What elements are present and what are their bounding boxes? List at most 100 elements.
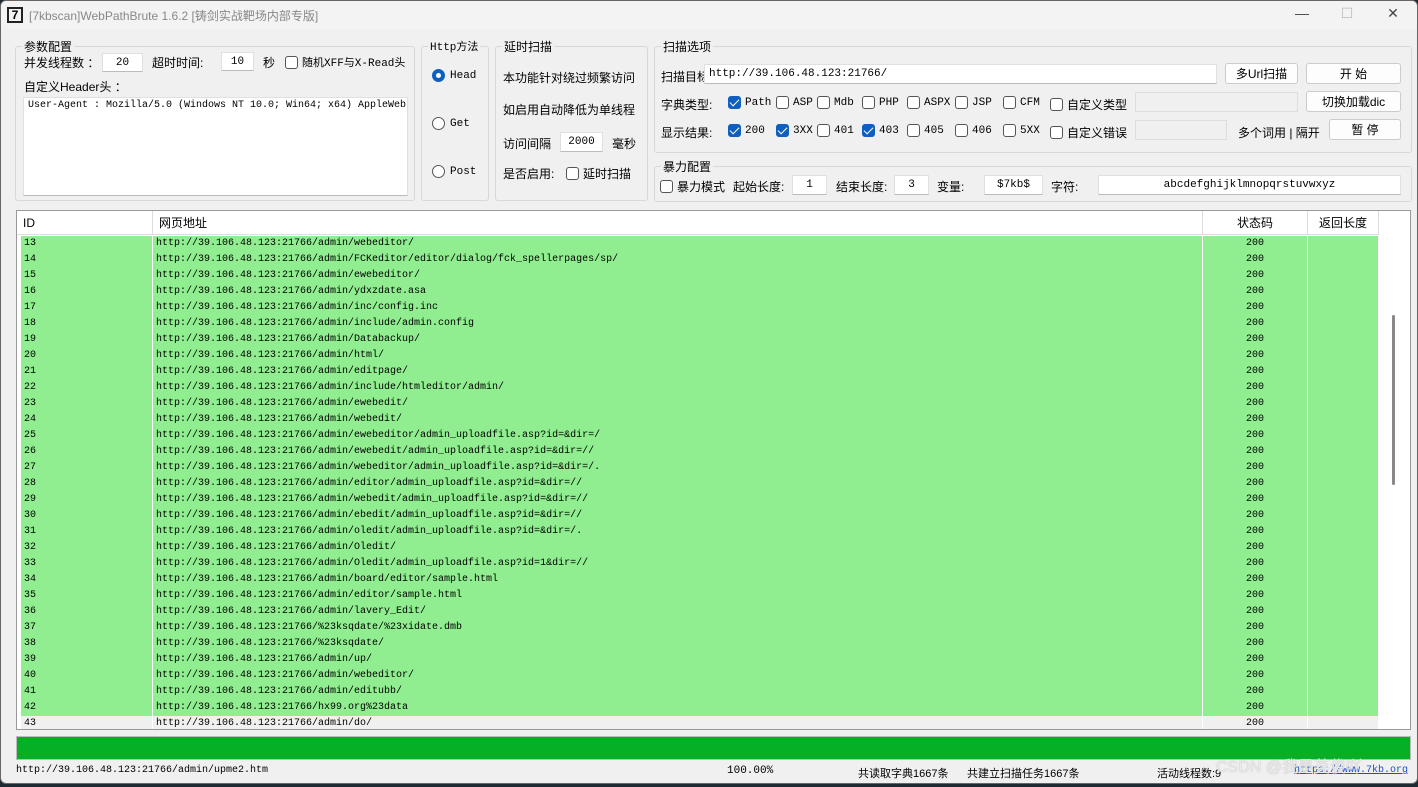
col-status[interactable]: 状态码 [1203,211,1308,235]
cell-id: 32 [21,540,153,556]
cell-length [1308,508,1379,524]
custom-error-input[interactable] [1135,120,1227,140]
table-row[interactable]: 23 http://39.106.48.123:21766/admin/ewebe… [21,396,1379,412]
start-len-label: 起始长度: [733,180,785,194]
cell-url: http://39.106.48.123:21766/admin/include… [153,380,1203,396]
dictrow-option[interactable]: Path [728,96,771,109]
resrow-option[interactable]: 5XX [1003,124,1040,137]
maximize-button[interactable]: ☐ [1332,5,1362,25]
table-row[interactable]: 31 http://39.106.48.123:21766/admin/oledi… [21,524,1379,540]
resrow-option[interactable]: 401 [817,124,854,137]
col-url[interactable]: 网页地址 [153,211,1203,235]
pause-button[interactable]: 暂 停 [1329,119,1401,140]
table-row[interactable]: 24 http://39.106.48.123:21766/admin/webed… [21,412,1379,428]
table-row[interactable]: 27 http://39.106.48.123:21766/admin/webed… [21,460,1379,476]
table-row[interactable]: 25 http://39.106.48.123:21766/admin/ewebe… [21,428,1379,444]
radio-get[interactable]: Get [432,117,470,130]
cell-id: 26 [21,444,153,460]
dictrow-option[interactable]: PHP [862,96,899,109]
table-row[interactable]: 34 http://39.106.48.123:21766/admin/board… [21,572,1379,588]
cell-url: http://39.106.48.123:21766/admin/ewebedi… [153,396,1203,412]
close-button[interactable]: ✕ [1378,5,1408,25]
table-row[interactable]: 26 http://39.106.48.123:21766/admin/ewebe… [21,444,1379,460]
cell-id: 14 [21,252,153,268]
table-row[interactable]: 20 http://39.106.48.123:21766/admin/html/… [21,348,1379,364]
table-row[interactable]: 37 http://39.106.48.123:21766/%23ksqdate/… [21,620,1379,636]
table-row[interactable]: 22 http://39.106.48.123:21766/admin/inclu… [21,380,1379,396]
dictrow-option[interactable]: 自定义类型 [1050,96,1127,113]
table-row[interactable]: 30 http://39.106.48.123:21766/admin/ebedi… [21,508,1379,524]
cell-id: 21 [21,364,153,380]
col-length[interactable]: 返回长度 [1308,211,1379,235]
threads-input[interactable]: 20 [102,53,143,72]
delay-checkbox[interactable]: 延时扫描 [566,165,631,182]
cell-status: 200 [1203,476,1308,492]
table-row[interactable]: 39 http://39.106.48.123:21766/admin/up/20… [21,652,1379,668]
cell-length [1308,284,1379,300]
checkbox-icon [1050,98,1063,111]
xff-checkbox[interactable]: 随机XFF与X-Read头 [285,54,405,70]
table-row[interactable]: 41 http://39.106.48.123:21766/admin/editu… [21,684,1379,700]
interval-input[interactable]: 2000 [560,132,603,152]
cell-status: 200 [1203,316,1308,332]
cell-url: http://39.106.48.123:21766/admin/webedit… [153,492,1203,508]
resrow-option[interactable]: 200 [728,124,765,137]
switch-dic-button[interactable]: 切换加载dic [1306,91,1401,112]
table-row[interactable]: 43 http://39.106.48.123:21766/admin/do/20… [21,716,1379,729]
table-row[interactable]: 35 http://39.106.48.123:21766/admin/edito… [21,588,1379,604]
resrow-option[interactable]: 3XX [776,124,813,137]
cell-id: 22 [21,380,153,396]
scrollbar-thumb[interactable] [1392,315,1395,485]
table-row[interactable]: 42 http://39.106.48.123:21766/hx99.org%23… [21,700,1379,716]
radio-icon [432,69,445,82]
cell-id: 16 [21,284,153,300]
resrow-option[interactable]: 403 [862,124,899,137]
table-row[interactable]: 21 http://39.106.48.123:21766/admin/editp… [21,364,1379,380]
cell-id: 24 [21,412,153,428]
cell-url: http://39.106.48.123:21766/admin/Oledit/ [153,540,1203,556]
cell-id: 29 [21,492,153,508]
status-dict-count: 共读取字典1667条 [858,768,949,780]
option-label: 3XX [793,124,813,137]
multi-url-button[interactable]: 多Url扫描 [1225,63,1298,84]
custom-type-input[interactable] [1135,92,1298,112]
radio-post[interactable]: Post [432,165,476,178]
dictrow-option[interactable]: CFM [1003,96,1040,109]
table-row[interactable]: 29 http://39.106.48.123:21766/admin/webed… [21,492,1379,508]
dictrow-option[interactable]: Mdb [817,96,854,109]
chars-input[interactable]: abcdefghijklmnopqrstuvwxyz [1098,175,1401,195]
vertical-scrollbar[interactable] [1380,235,1410,729]
table-row[interactable]: 28 http://39.106.48.123:21766/admin/edito… [21,476,1379,492]
table-row[interactable]: 14 http://39.106.48.123:21766/admin/FCKed… [21,252,1379,268]
start-button[interactable]: 开 始 [1306,63,1401,84]
resrow-option[interactable]: 自定义错误 [1050,124,1127,141]
var-input[interactable]: $7kb$ [984,175,1043,195]
target-input[interactable]: http://39.106.48.123:21766/ [704,64,1217,84]
table-row[interactable]: 17 http://39.106.48.123:21766/admin/inc/c… [21,300,1379,316]
table-row[interactable]: 38 http://39.106.48.123:21766/%23ksqdate/… [21,636,1379,652]
timeout-input[interactable]: 10 [221,52,254,71]
header-textarea[interactable]: User-Agent : Mozilla/5.0 (Windows NT 10.… [23,97,408,196]
table-row[interactable]: 32 http://39.106.48.123:21766/admin/Oledi… [21,540,1379,556]
table-row[interactable]: 33 http://39.106.48.123:21766/admin/Oledi… [21,556,1379,572]
start-len-input[interactable]: 1 [792,175,827,195]
table-row[interactable]: 18 http://39.106.48.123:21766/admin/inclu… [21,316,1379,332]
table-row[interactable]: 36 http://39.106.48.123:21766/admin/laver… [21,604,1379,620]
resrow-option[interactable]: 405 [907,124,944,137]
table-row[interactable]: 19 http://39.106.48.123:21766/admin/Datab… [21,332,1379,348]
resrow-option[interactable]: 406 [955,124,992,137]
table-row[interactable]: 15 http://39.106.48.123:21766/admin/ewebe… [21,268,1379,284]
dictrow-option[interactable]: JSP [955,96,992,109]
end-len-input[interactable]: 3 [894,175,929,195]
dictrow-option[interactable]: ASP [776,96,813,109]
radio-head[interactable]: Head [432,69,476,82]
table-row[interactable]: 16 http://39.106.48.123:21766/admin/ydxzd… [21,284,1379,300]
col-id[interactable]: ID [17,211,153,235]
dictrow-option[interactable]: ASPX [907,96,950,109]
dict-label: 字典类型: [661,98,713,112]
table-row[interactable]: 40 http://39.106.48.123:21766/admin/webed… [21,668,1379,684]
brute-mode-checkbox[interactable]: 暴力模式 [660,178,725,195]
minimize-button[interactable]: — [1287,5,1317,25]
table-row[interactable]: 13 http://39.106.48.123:21766/admin/webed… [21,236,1379,252]
cell-url: http://39.106.48.123:21766/admin/FCKedit… [153,252,1203,268]
